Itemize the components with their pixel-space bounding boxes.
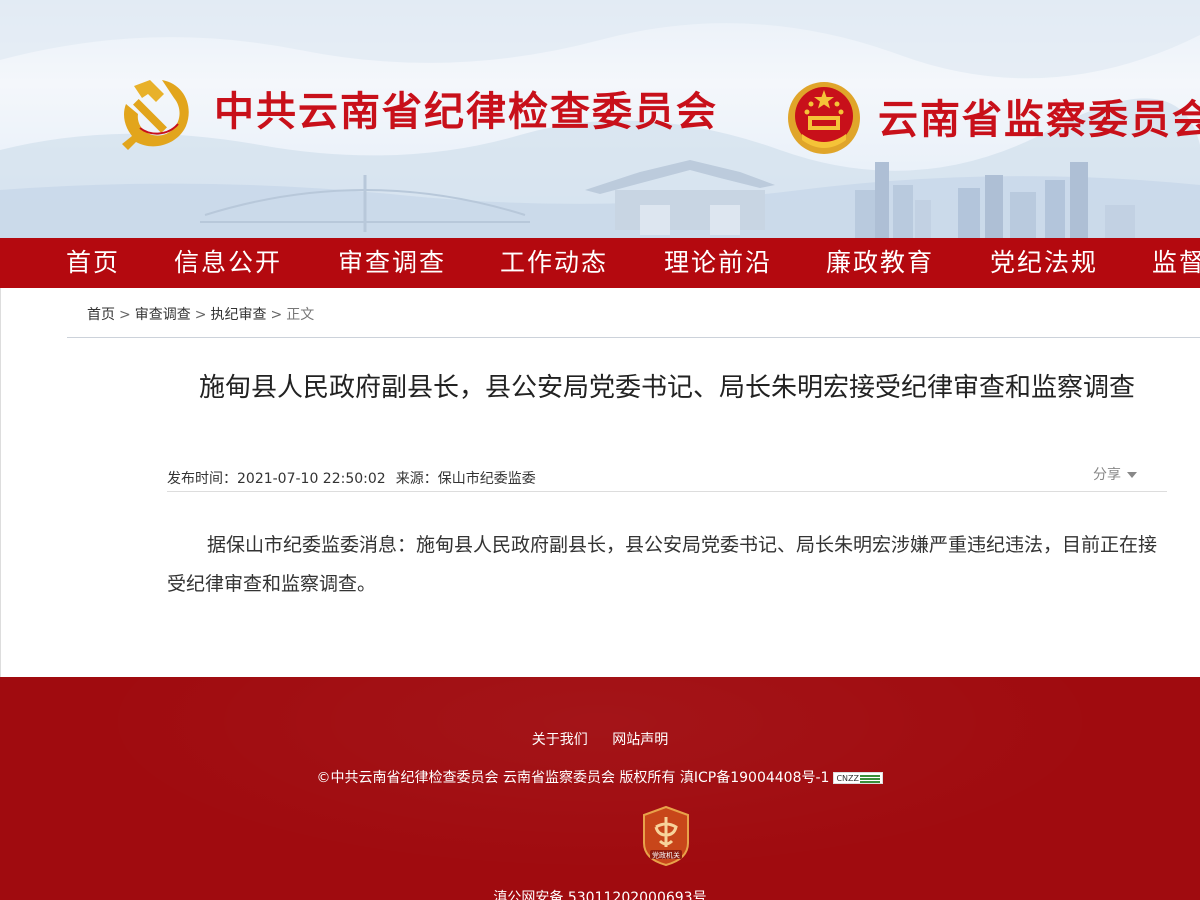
share-button[interactable]: 分享 (1093, 464, 1137, 484)
divider (67, 337, 1200, 338)
site-statement-link[interactable]: 网站声明 (612, 732, 668, 748)
article-meta: 发布时间：2021-07-10 22:50:02 来源：保山市纪委监委 (167, 468, 536, 488)
badge-label: 党政机关 (652, 851, 680, 860)
caret-down-icon (1127, 472, 1137, 478)
nav-item-home[interactable]: 首页 (66, 238, 120, 288)
footer: 关于我们 网站声明 ©中共云南省纪律检查委员会 云南省监察委员会 版权所有 滇I… (0, 677, 1200, 900)
nav-item-party-regulations[interactable]: 党纪法规 (990, 238, 1098, 288)
copyright-text: ©中共云南省纪律检查委员会 云南省监察委员会 版权所有 滇ICP备1900440… (316, 770, 830, 786)
header-banner: 中共云南省纪律检查委员会 云南省监察委员会 (0, 0, 1200, 238)
cnzz-label: CNZZ (836, 774, 859, 783)
party-emblem-icon (122, 80, 189, 150)
publish-time-label: 发布时间： (167, 471, 237, 487)
government-site-badge-icon[interactable]: 党政机关 (640, 805, 692, 867)
breadcrumb: 首页 > 审查调查 > 执纪审查 > 正文 (87, 304, 314, 324)
supervision-commission-title: 云南省监察委员会 (878, 96, 1200, 143)
breadcrumb-separator: > (270, 307, 283, 323)
breadcrumb-current: 正文 (286, 307, 315, 323)
national-emblem-icon (788, 82, 860, 154)
breadcrumb-review-investigation[interactable]: 审查调查 (135, 307, 191, 323)
ccdi-title: 中共云南省纪律检查委员会 (214, 88, 718, 135)
source-label: 来源： (395, 471, 438, 487)
footer-links: 关于我们 网站声明 (0, 729, 1200, 749)
share-label: 分享 (1093, 467, 1121, 483)
about-us-link[interactable]: 关于我们 (532, 732, 588, 748)
nav-item-review-investigation[interactable]: 审查调查 (338, 238, 446, 288)
police-record[interactable]: 滇公网安备 53011202000693号 (0, 887, 1200, 900)
breadcrumb-discipline-review[interactable]: 执纪审查 (210, 307, 266, 323)
nav-item-theory[interactable]: 理论前沿 (664, 238, 772, 288)
source: 保山市纪委监委 (437, 471, 536, 487)
copyright: ©中共云南省纪律检查委员会 云南省监察委员会 版权所有 滇ICP备1900440… (0, 767, 1200, 787)
article-title: 施甸县人民政府副县长，县公安局党委书记、局长朱明宏接受纪律审查和监察调查 (198, 373, 1135, 403)
nav-item-info-disclosure[interactable]: 信息公开 (174, 238, 282, 288)
nav-item-work-news[interactable]: 工作动态 (500, 238, 608, 288)
cnzz-stats-icon[interactable]: CNZZ (833, 772, 884, 784)
breadcrumb-home[interactable]: 首页 (87, 307, 115, 323)
divider (167, 491, 1167, 492)
breadcrumb-separator: > (194, 307, 207, 323)
article-container: 首页 > 审查调查 > 执纪审查 > 正文 施甸县人民政府副县长，县公安局党委书记、局长朱明… (0, 288, 1200, 677)
nav-item-integrity-education[interactable]: 廉政教育 (826, 238, 934, 288)
publish-time: 2021-07-10 22:50:02 (237, 471, 386, 487)
breadcrumb-separator: > (119, 307, 131, 323)
nav-item-supervision[interactable]: 监督 (1152, 238, 1200, 288)
main-nav: 首页 信息公开 审查调查 工作动态 理论前沿 廉政教育 党纪法规 监督 (0, 238, 1200, 288)
article-body: 据保山市纪委监委消息：施甸县人民政府副县长，县公安局党委书记、局长朱明宏涉嫌严重… (167, 534, 1158, 595)
